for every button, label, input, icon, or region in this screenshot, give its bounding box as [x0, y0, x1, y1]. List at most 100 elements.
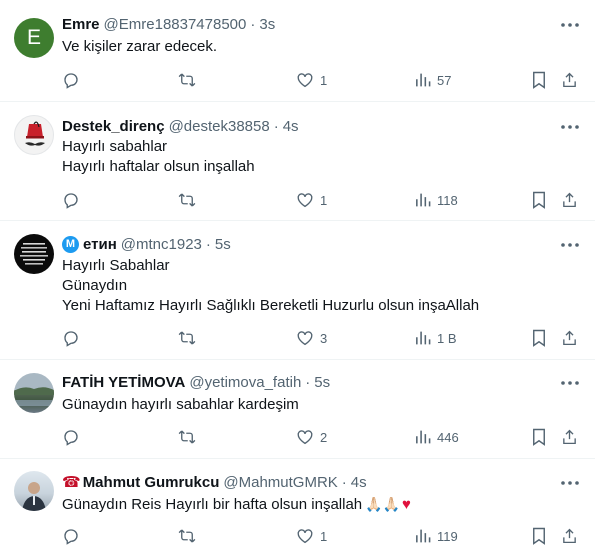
like-icon: [297, 430, 313, 445]
like-button[interactable]: 1: [296, 525, 327, 547]
landscape-avatar-image: [14, 387, 54, 406]
share-icon: [563, 528, 576, 544]
display-name[interactable]: FATİH YETİMOVA: [62, 374, 185, 391]
more-options-button[interactable]: [559, 15, 581, 35]
user-handle[interactable]: @mtnc1923: [121, 236, 202, 253]
view-count: 57: [437, 72, 452, 88]
tweet-header: ☎ Mahmut Gumrukcu @MahmutGMRK · 4s: [62, 472, 367, 492]
reply-icon: [64, 73, 78, 89]
reply-button[interactable]: [62, 327, 80, 349]
view-count: 1 B: [437, 330, 457, 346]
avatar[interactable]: [14, 471, 54, 511]
reply-button[interactable]: [62, 69, 80, 91]
timestamp[interactable]: 4s: [283, 118, 299, 135]
tweet-header: FATİH YETİMOVA @yetimova_fatih · 5s: [62, 372, 330, 392]
share-button[interactable]: [561, 525, 578, 547]
views-button[interactable]: 57: [414, 69, 451, 91]
like-button[interactable]: 1: [296, 69, 327, 91]
display-name[interactable]: Mahmut Gumrukcu: [83, 474, 220, 491]
bookmark-button[interactable]: [531, 525, 547, 547]
like-button[interactable]: 1: [296, 189, 327, 211]
bookmark-icon: [533, 527, 545, 545]
share-icon: [563, 429, 576, 445]
like-icon: [297, 331, 313, 346]
timestamp[interactable]: 5s: [314, 374, 330, 391]
tweet[interactable]: M етин @mtnc1923 · 5s Hayırlı Sabahlar G…: [0, 221, 595, 360]
retweet-icon: [178, 73, 196, 87]
more-options-button[interactable]: [559, 117, 581, 137]
more-options-button[interactable]: [559, 473, 581, 493]
tweet[interactable]: E Emre @Emre18837478500 · 3s Ve kişiler …: [0, 0, 595, 102]
avatar[interactable]: [14, 115, 54, 155]
tweet[interactable]: Destek_direnç @destek38858 · 4s Hayırlı …: [0, 102, 595, 221]
timestamp[interactable]: 3s: [259, 16, 275, 33]
bookmark-button[interactable]: [531, 189, 547, 211]
views-icon: [416, 430, 431, 444]
like-count: 2: [320, 429, 328, 445]
bookmark-icon: [533, 71, 545, 89]
share-button[interactable]: [561, 69, 578, 91]
telephone-icon: ☎: [62, 474, 81, 491]
like-button[interactable]: 2: [296, 426, 327, 448]
like-count: 1: [320, 72, 328, 88]
user-handle[interactable]: @yetimova_fatih: [189, 374, 301, 391]
text-poster-avatar-image: [20, 243, 48, 265]
tweet-text: Günaydın Reis Hayırlı bir hafta olsun in…: [62, 494, 575, 515]
avatar[interactable]: [14, 373, 54, 413]
tweet[interactable]: FATİH YETİMOVA @yetimova_fatih · 5s Güna…: [0, 360, 595, 459]
more-options-button[interactable]: [559, 235, 581, 255]
more-icon: [561, 125, 579, 129]
views-icon: [416, 529, 431, 543]
reply-icon: [64, 193, 78, 209]
more-icon: [561, 23, 579, 27]
bookmark-button[interactable]: [531, 327, 547, 349]
retweet-icon: [178, 193, 196, 207]
share-button[interactable]: [561, 327, 578, 349]
display-name[interactable]: Destek_direnç: [62, 118, 165, 135]
reply-button[interactable]: [62, 525, 80, 547]
views-button[interactable]: 446: [414, 426, 459, 448]
separator: ·: [205, 235, 211, 253]
fez-avatar-image: [25, 121, 45, 146]
timestamp[interactable]: 4s: [351, 474, 367, 491]
retweet-button[interactable]: [177, 189, 197, 211]
person-avatar-image: [22, 482, 46, 511]
views-button[interactable]: 119: [414, 525, 458, 547]
retweet-button[interactable]: [177, 327, 197, 349]
separator: ·: [273, 117, 279, 135]
bookmark-icon: [533, 428, 545, 446]
user-handle[interactable]: @MahmutGMRK: [223, 474, 337, 491]
reply-button[interactable]: [62, 426, 80, 448]
views-button[interactable]: 1 B: [414, 327, 457, 349]
reply-icon: [64, 430, 78, 446]
display-name[interactable]: етин: [83, 236, 117, 253]
retweet-button[interactable]: [177, 426, 197, 448]
user-handle[interactable]: @destek38858: [169, 118, 270, 135]
view-count: 119: [437, 528, 458, 544]
tweet-text: Hayırlı Sabahlar Günaydın Yeni Haftamız …: [62, 257, 480, 314]
like-count: 1: [320, 192, 328, 208]
share-button[interactable]: [561, 426, 578, 448]
views-button[interactable]: 118: [414, 189, 458, 211]
avatar[interactable]: E: [14, 18, 54, 58]
bookmark-button[interactable]: [531, 426, 547, 448]
reply-button[interactable]: [62, 189, 80, 211]
share-button[interactable]: [561, 189, 578, 211]
views-icon: [416, 331, 431, 345]
bookmark-button[interactable]: [531, 69, 547, 91]
timestamp[interactable]: 5s: [215, 236, 231, 253]
more-options-button[interactable]: [559, 373, 581, 393]
share-icon: [563, 330, 576, 346]
retweet-button[interactable]: [177, 525, 197, 547]
like-count: 1: [320, 528, 328, 544]
more-icon: [561, 481, 579, 485]
retweet-button[interactable]: [177, 69, 197, 91]
display-name[interactable]: Emre: [62, 16, 100, 33]
bookmark-icon: [533, 329, 545, 347]
view-count: 446: [437, 429, 459, 445]
avatar[interactable]: [14, 234, 54, 274]
tweet-text: Hayırlı sabahlar Hayırlı haftalar olsun …: [62, 138, 255, 175]
tweet[interactable]: ☎ Mahmut Gumrukcu @MahmutGMRK · 4s Günay…: [0, 459, 595, 554]
like-button[interactable]: 3: [296, 327, 327, 349]
user-handle[interactable]: @Emre18837478500: [104, 16, 247, 33]
